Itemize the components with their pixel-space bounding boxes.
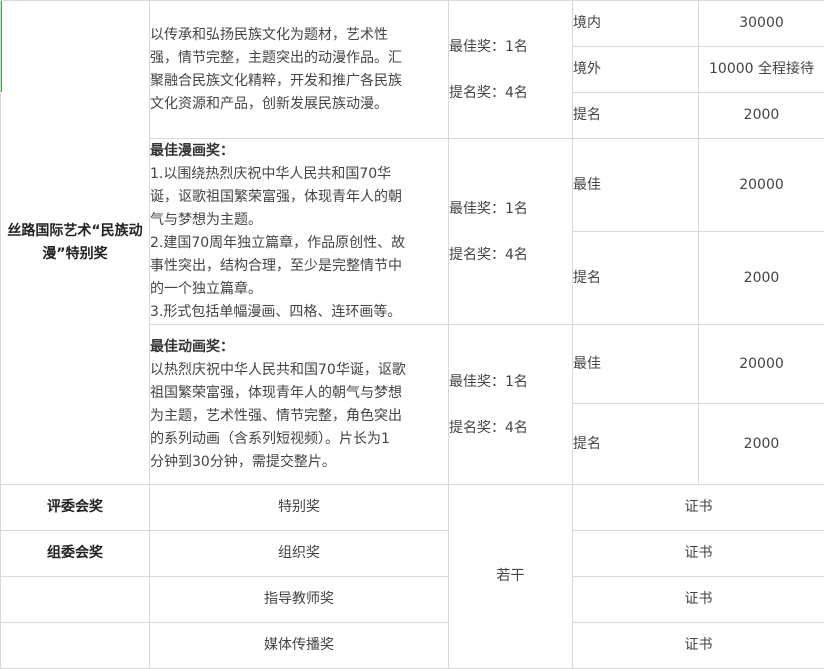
count-best: 最佳奖：1名 [449,373,528,390]
desc-line: 分钟到30分钟，需提交整片。 [150,453,336,470]
count-best: 最佳奖：1名 [449,200,528,217]
desc-title: 最佳动画奖： [150,338,234,355]
section3-counts: 最佳奖：1名 提名奖：4名 [448,324,573,485]
category-empty [0,576,150,623]
category-empty [0,622,150,669]
table-row: 指导教师奖 证书 [0,576,824,623]
category-jury-award: 评委会奖 [0,484,150,531]
prize-certificate: 证书 [572,530,824,577]
count-best: 最佳奖：1名 [449,38,528,55]
award-name: 特别奖 [149,484,449,531]
prize-label: 最佳 [572,324,699,404]
prize-value: 2000 [698,403,824,485]
count-nominee: 提名奖：4名 [449,419,528,436]
desc-line: 聚融合民族文化精粹，开发和推广各民族 [150,72,402,89]
desc-line: 1.以围绕热烈庆祝中华人民共和国70华 [150,165,392,182]
desc-line: 气与梦想为主题。 [150,211,262,228]
desc-line: 3.形式包括单幅漫画、四格、连环画等。 [150,303,402,320]
category-main: 丝路国际艺术“民族动漫”特别奖 [0,0,150,485]
prize-label: 提名 [572,231,699,325]
prize-certificate: 证书 [572,576,824,623]
count-nominee: 提名奖：4名 [449,246,528,263]
desc-line: 强，情节完整，主题突出的动漫作品。汇 [150,49,402,66]
award-name: 组织奖 [149,530,449,577]
table-row: 媒体传播奖 证书 [0,622,824,669]
desc-line: 祖国繁荣富强，体现青年人的朝气与梦想 [150,384,402,401]
prize-value: 10000 全程接待 [698,46,824,93]
prize-label: 最佳 [572,138,699,232]
section2-counts: 最佳奖：1名 提名奖：4名 [448,138,573,325]
prize-label: 境外 [572,46,699,93]
section2-description: 最佳漫画奖： 1.以围绕热烈庆祝中华人民共和国70华 诞，讴歌祖国繁荣富强，体现… [149,138,449,325]
prize-label: 境内 [572,0,699,47]
desc-line: 事性突出，结构合理，至少是完整情节中 [150,257,402,274]
section1-description: 以传承和弘扬民族文化为题材，艺术性 强，情节完整，主题突出的动漫作品。汇 聚融合… [149,0,449,139]
category-committee-award: 组委会奖 [0,530,150,577]
table-row: 丝路国际艺术“民族动漫”特别奖 以传承和弘扬民族文化为题材，艺术性 强，情节完整… [0,0,824,485]
count-nominee: 提名奖：4名 [449,84,528,101]
desc-line: 以热烈庆祝中华人民共和国70华诞，讴歌 [150,361,406,378]
desc-line: 2.建国70周年独立篇章，作品原创性、故 [150,234,406,251]
desc-line: 以传承和弘扬民族文化为题材，艺术性 [150,26,388,43]
prize-certificate: 证书 [572,484,824,531]
prize-value: 20000 [698,324,824,404]
prize-certificate: 证书 [572,622,824,669]
award-name: 指导教师奖 [149,576,449,623]
desc-line: 文化资源和产品，创新发展民族动漫。 [150,95,388,112]
table-row: 组委会奖 组织奖 证书 [0,530,824,577]
award-name: 媒体传播奖 [149,622,449,669]
desc-line: 诞，讴歌祖国繁荣富强，体现青年人的朝 [150,188,402,205]
section1-counts: 最佳奖：1名 提名奖：4名 [448,0,573,139]
prize-value: 2000 [698,92,824,139]
desc-line: 的一个独立篇章。 [150,280,262,297]
table-row: 评委会奖 特别奖 若干 证书 [0,484,824,669]
prize-label: 提名 [572,403,699,485]
count-all: 若干 [448,484,573,669]
desc-line: 的系列动画（含系列短视频）。片长为1 [150,430,390,447]
desc-line: 为主题，艺术性强、情节完整，角色突出 [150,407,402,424]
prize-value: 2000 [698,231,824,325]
prize-value: 30000 [698,0,824,47]
awards-table: 丝路国际艺术“民族动漫”特别奖 以传承和弘扬民族文化为题材，艺术性 强，情节完整… [0,0,824,669]
prize-label: 提名 [572,92,699,139]
prize-value: 20000 [698,138,824,232]
desc-title: 最佳漫画奖： [150,142,234,159]
section3-description: 最佳动画奖： 以热烈庆祝中华人民共和国70华诞，讴歌 祖国繁荣富强，体现青年人的… [149,324,449,485]
